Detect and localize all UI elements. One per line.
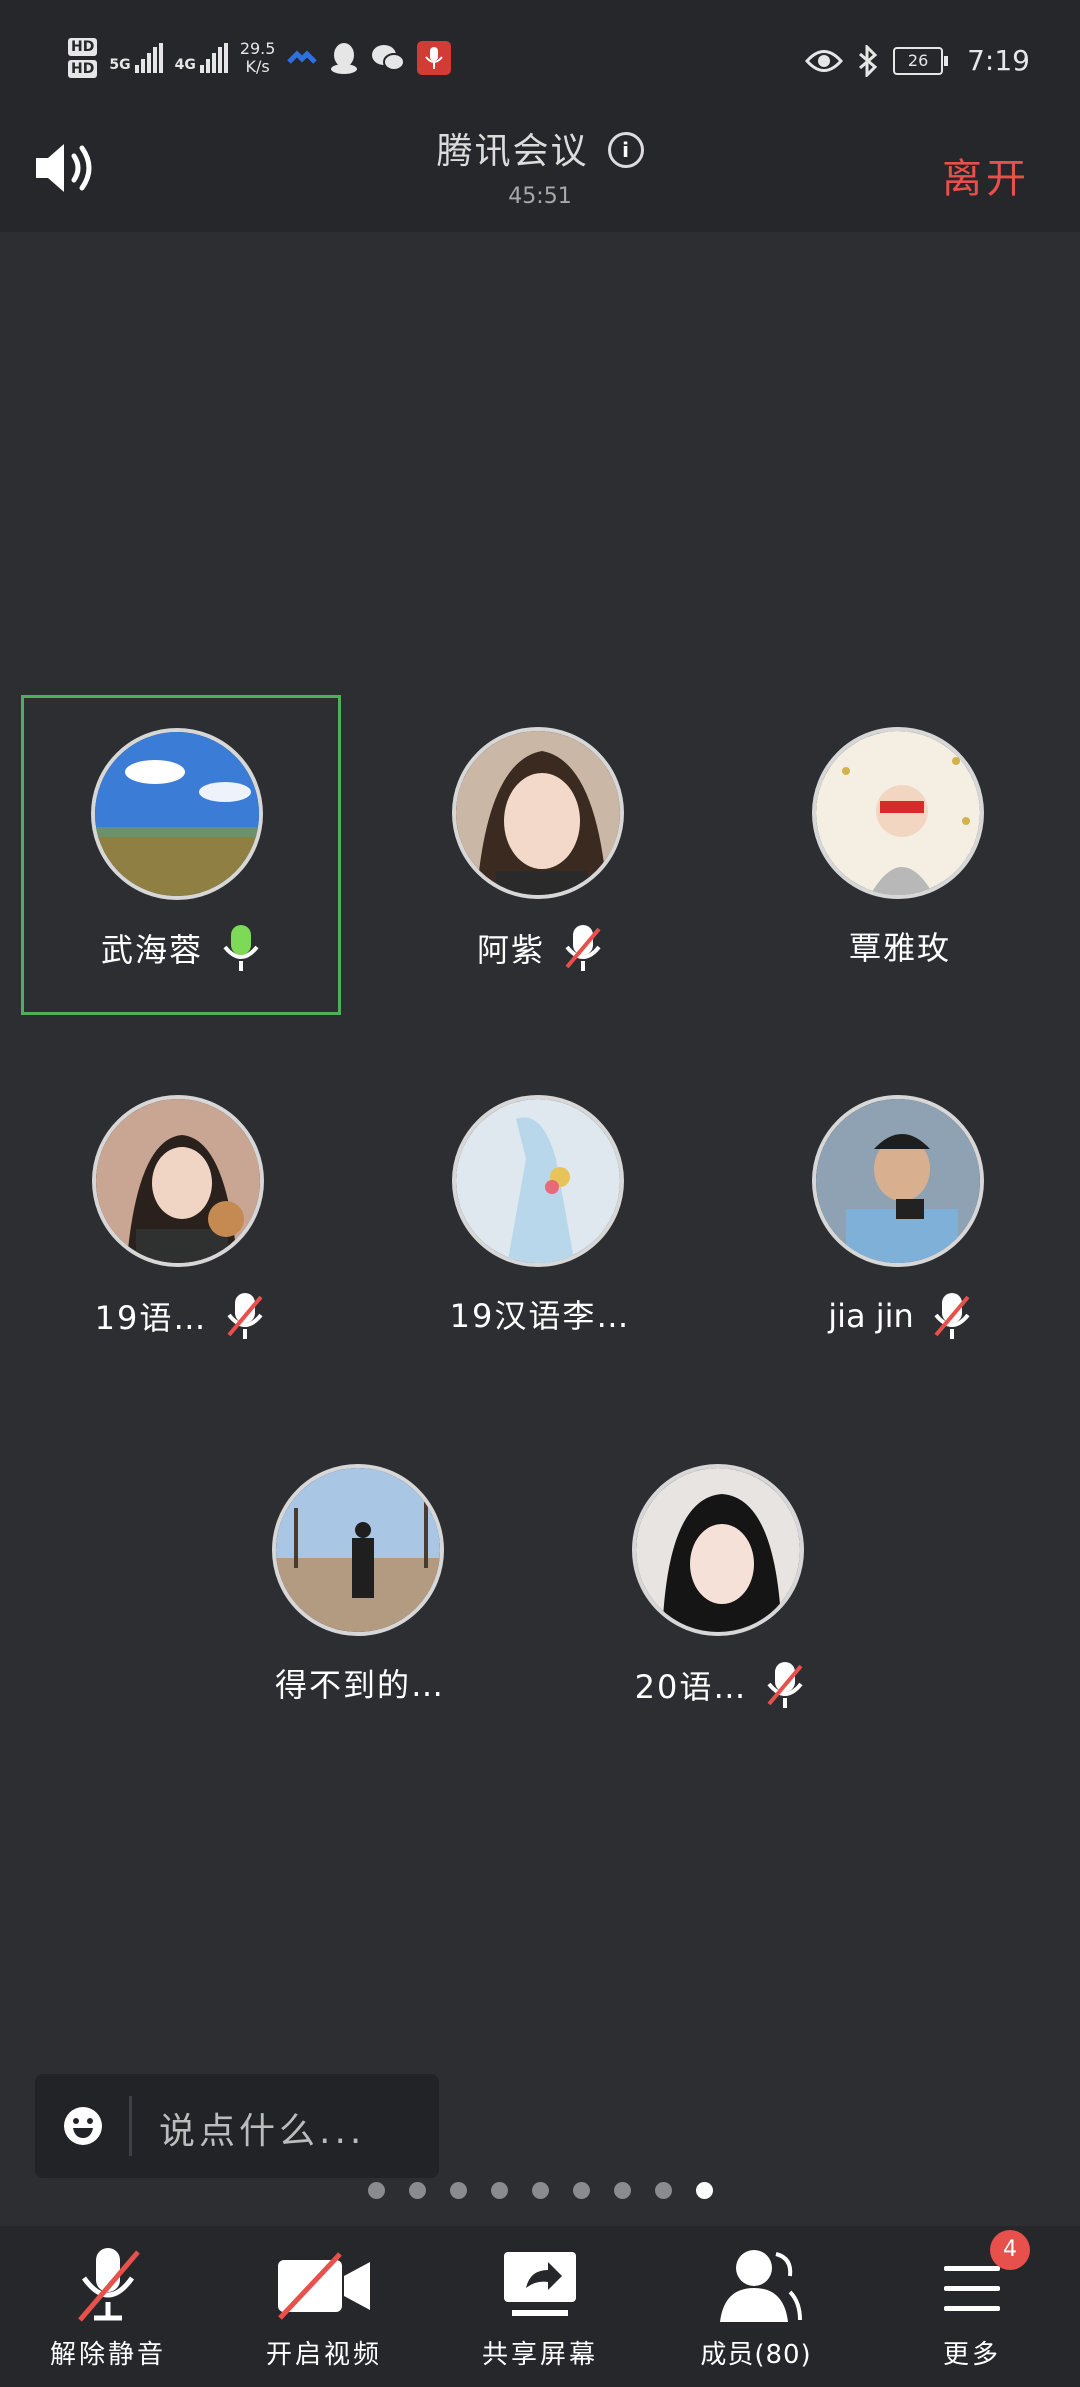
participant-avatar (812, 1095, 984, 1267)
qq-icon (331, 43, 358, 74)
participant-avatar (92, 1095, 264, 1267)
members-icon (720, 2250, 802, 2322)
hd2-badge: HD (68, 60, 98, 78)
participant-name: 覃雅玫 (848, 929, 951, 967)
bottom-toolbar: 解除静音 开启视频 共享屏幕 成员(80) 4 更多 (0, 2226, 1080, 2387)
participant-tile[interactable]: 得不到的… (200, 1432, 520, 1752)
signal-bars-icon (134, 43, 163, 73)
participant-avatar (812, 727, 984, 899)
page-dot[interactable] (531, 2182, 549, 2199)
hd-badges: HD HD (68, 38, 98, 78)
hd1-badge: HD (68, 38, 98, 56)
video-off-icon (278, 2252, 370, 2320)
participant-name-row: 得不到的… (200, 1660, 520, 1706)
participant-name-row: jia jin (740, 1291, 1060, 1341)
participant-name: 武海蓉 (100, 931, 203, 969)
net-speed-unit: K/s (245, 57, 270, 76)
participant-tile[interactable]: 20语… (560, 1432, 880, 1752)
page-dot-current[interactable] (695, 2182, 713, 2199)
emoji-icon[interactable] (63, 2106, 103, 2146)
participant-name: 得不到的… (274, 1666, 445, 1704)
participant-tile[interactable]: 武海蓉 (21, 695, 341, 1015)
mic-muted-icon[interactable] (932, 1291, 972, 1341)
participant-tile[interactable]: 19语… (20, 1063, 340, 1383)
participant-name: 19语… (94, 1299, 208, 1337)
participant-avatar (452, 727, 624, 899)
status-right: 26 7:19 (805, 44, 1030, 77)
mic-muted-icon[interactable] (765, 1660, 805, 1710)
signal-5g: 5G (109, 43, 163, 73)
participant-name-row: 20语… (560, 1660, 880, 1710)
info-icon[interactable]: i (607, 132, 644, 168)
chat-input-box[interactable]: 说点什么... (35, 2074, 439, 2178)
participant-name: 19汉语李… (449, 1297, 631, 1335)
chat-divider (129, 2096, 132, 2156)
participant-avatar (272, 1464, 444, 1636)
page-dot[interactable] (449, 2182, 467, 2199)
meeting-title[interactable]: 腾讯会议 (436, 131, 588, 172)
share-screen-button[interactable]: 共享屏幕 (432, 2226, 648, 2387)
wechat-icon (372, 45, 406, 71)
bluetooth-icon (859, 44, 878, 77)
members-label: 成员(80) (700, 2340, 812, 2370)
participant-avatar (452, 1095, 624, 1267)
participant-tile[interactable]: 阿紫 (380, 695, 700, 1015)
notification-badge: 4 (990, 2230, 1030, 2270)
page-dot[interactable] (572, 2182, 590, 2199)
chat-placeholder[interactable]: 说点什么... (159, 2102, 365, 2154)
signal-4g-label: 4G (174, 57, 196, 73)
unmute-label: 解除静音 (49, 2340, 166, 2370)
status-bar: HD HD 5G 4G 29.5 K/s 26 7:19 (0, 0, 1080, 120)
page-dot[interactable] (367, 2182, 385, 2199)
participant-tile[interactable]: 覃雅玫 (740, 695, 1060, 1015)
leave-button[interactable]: 离开 (942, 146, 1030, 204)
page-dot[interactable] (654, 2182, 672, 2199)
net-speed: 29.5 K/s (240, 40, 276, 76)
title-area: 腾讯会议 i 45:51 (0, 122, 1080, 209)
participant-name-row: 19汉语李… (380, 1291, 700, 1337)
page-indicator (0, 2182, 1080, 2199)
signal-4g: 4G (175, 43, 228, 73)
meeting-timer: 45:51 (508, 184, 572, 209)
mic-record-icon (417, 41, 452, 75)
participant-tile[interactable]: jia jin (740, 1063, 1060, 1383)
eye-icon (805, 49, 844, 72)
status-left: HD HD 5G 4G 29.5 K/s (68, 38, 452, 78)
participant-name: 阿紫 (476, 931, 545, 969)
participant-name-row: 武海蓉 (24, 923, 338, 973)
app-notification-icon (287, 50, 318, 64)
mic-muted-icon[interactable] (563, 923, 603, 973)
more-label: 更多 (942, 2340, 1001, 2370)
participant-name: jia jin (828, 1297, 914, 1335)
start-video-button[interactable]: 开启视频 (216, 2226, 432, 2387)
participant-avatar (632, 1464, 804, 1636)
mic-on-icon[interactable] (221, 923, 261, 973)
battery-indicator: 26 (893, 46, 949, 75)
participant-name-row: 19语… (20, 1291, 340, 1341)
signal-5g-label: 5G (109, 57, 131, 73)
page-dot[interactable] (408, 2182, 426, 2199)
mic-muted-icon (78, 2248, 140, 2322)
share-screen-label: 共享屏幕 (481, 2340, 598, 2370)
page-dot[interactable] (613, 2182, 631, 2199)
mic-muted-icon[interactable] (225, 1291, 265, 1341)
participant-name-row: 阿紫 (380, 923, 700, 973)
participant-avatar (91, 728, 263, 900)
signal-bars-icon (199, 43, 228, 73)
unmute-button[interactable]: 解除静音 (0, 2226, 216, 2387)
members-button[interactable]: 成员(80) (648, 2226, 864, 2387)
participant-name-row: 覃雅玫 (740, 923, 1060, 969)
share-screen-icon (504, 2252, 576, 2316)
start-video-label: 开启视频 (265, 2340, 382, 2370)
net-speed-value: 29.5 (239, 39, 276, 58)
page-dot[interactable] (490, 2182, 508, 2199)
participant-tile[interactable]: 19汉语李… (380, 1063, 700, 1383)
more-button[interactable]: 4 更多 (864, 2226, 1080, 2387)
participant-name: 20语… (634, 1668, 748, 1706)
clock: 7:19 (967, 44, 1030, 77)
